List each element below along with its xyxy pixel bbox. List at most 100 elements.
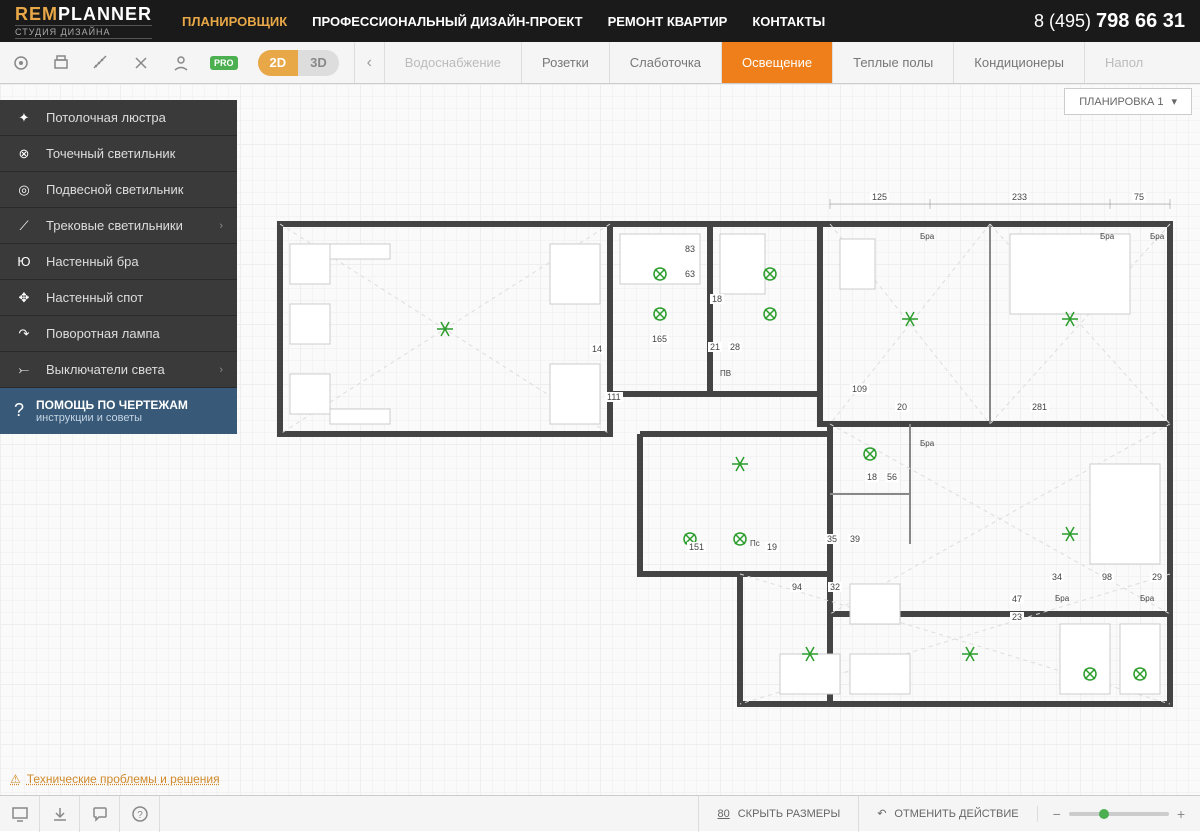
view-2d-button[interactable]: 2D: [258, 50, 299, 76]
zoom-slider[interactable]: [1069, 812, 1169, 816]
tab-sockets[interactable]: Розетки: [521, 42, 609, 83]
sidebar-item-pendant[interactable]: ◎ Подвесной светильник: [0, 172, 237, 208]
sidebar-item-chandelier[interactable]: ✦ Потолочная люстра: [0, 100, 237, 136]
sidebar-help[interactable]: ? ПОМОЩЬ ПО ЧЕРТЕЖАМ инструкции и советы: [0, 388, 237, 434]
bra-label: Бра: [1100, 232, 1114, 241]
chandelier-icon: ✦: [14, 110, 34, 126]
download-icon[interactable]: [40, 796, 80, 832]
dim-label: 94: [790, 582, 804, 592]
main-nav: ПЛАНИРОВЩИК ПРОФЕССИОНАЛЬНЫЙ ДИЗАЙН-ПРОЕ…: [182, 14, 1034, 29]
hide-sizes-button[interactable]: 80 СКРЫТЬ РАЗМЕРЫ: [698, 796, 858, 832]
wallspot-icon: ✥: [14, 290, 34, 306]
layout-selector[interactable]: ПЛАНИРОВКА 1 ▾: [1064, 88, 1192, 115]
bra-label: Бра: [1055, 594, 1069, 603]
settings-icon[interactable]: [10, 52, 32, 74]
tab-floor[interactable]: Напол: [1084, 42, 1163, 83]
floorplan[interactable]: 125 233 75 Бра Бра Бра Бра Бра Бра ПВ Пс…: [270, 144, 1180, 734]
nav-planner[interactable]: ПЛАНИРОВЩИК: [182, 14, 287, 29]
floorplan-svg: [270, 144, 1180, 734]
toolbar: PRO 2D 3D ‹ Водоснабжение Розетки Слабот…: [0, 42, 1200, 84]
dim-label: 14: [590, 344, 604, 354]
sidebar-item-label: Точечный светильник: [46, 146, 175, 161]
sidebar-item-label: Потолочная люстра: [46, 110, 166, 125]
pro-badge[interactable]: PRO: [210, 56, 238, 70]
tab-lighting[interactable]: Освещение: [721, 42, 832, 83]
sidebar: ✦Потолочная люстра ⊗Точечный светильник …: [0, 100, 237, 434]
zoom-out-button[interactable]: −: [1053, 806, 1061, 822]
tab-lowcurrent[interactable]: Слаботочка: [609, 42, 721, 83]
nav-renovation[interactable]: РЕМОНТ КВАРТИР: [608, 14, 728, 29]
ps-label: Пс: [750, 539, 760, 548]
sidebar-item-sconce[interactable]: ЮНастенный бра: [0, 244, 237, 280]
tab-water[interactable]: Водоснабжение: [384, 42, 521, 83]
undo-button[interactable]: ↶ ОТМЕНИТЬ ДЕЙСТВИЕ: [858, 796, 1036, 832]
dim-label: 18: [865, 472, 879, 482]
dim-label: 29: [1150, 572, 1164, 582]
plan-tabs: ‹ Водоснабжение Розетки Слаботочка Освещ…: [354, 42, 1200, 83]
dim-label: 23: [1010, 612, 1024, 622]
bra-label: Бра: [920, 232, 934, 241]
pendant-icon: ◎: [14, 182, 34, 198]
footer: ? 80 СКРЫТЬ РАЗМЕРЫ ↶ ОТМЕНИТЬ ДЕЙСТВИЕ …: [0, 795, 1200, 831]
tabs-prev-icon[interactable]: ‹: [354, 42, 384, 83]
dim-label: 75: [1132, 192, 1146, 202]
dim-label: 56: [885, 472, 899, 482]
dim-label: 35: [825, 534, 839, 544]
dim-label: 281: [1030, 402, 1049, 412]
view-3d-button[interactable]: 3D: [298, 50, 339, 76]
undo-label: ОТМЕНИТЬ ДЕЙСТВИЕ: [894, 808, 1018, 820]
dim-label: 19: [765, 542, 779, 552]
view-toggle: 2D 3D: [258, 50, 339, 76]
zoom-in-button[interactable]: +: [1177, 806, 1185, 822]
help-title: ПОМОЩЬ ПО ЧЕРТЕЖАМ: [36, 398, 188, 412]
dim-label: 233: [1010, 192, 1029, 202]
layout-selector-label: ПЛАНИРОВКА 1: [1079, 96, 1163, 108]
sidebar-item-label: Настенный спот: [46, 290, 143, 305]
dim-label: 125: [870, 192, 889, 202]
sizes-count: 80: [717, 808, 729, 820]
bra-label: Бра: [920, 439, 934, 448]
main-header: REMPLANNER СТУДИЯ ДИЗАЙНА ПЛАНИРОВЩИК ПР…: [0, 0, 1200, 42]
tab-floorheating[interactable]: Теплые полы: [832, 42, 953, 83]
question-icon: ?: [14, 400, 24, 421]
dim-label: 18: [710, 294, 724, 304]
tab-ac[interactable]: Кондиционеры: [953, 42, 1084, 83]
print-icon[interactable]: [50, 52, 72, 74]
sidebar-item-swivel[interactable]: ↷ Поворотная лампа: [0, 316, 237, 352]
dim-label: 32: [828, 582, 842, 592]
sidebar-item-track[interactable]: ⟋Трековые светильники›: [0, 208, 237, 244]
bra-label: Бра: [1140, 594, 1154, 603]
nav-contacts[interactable]: КОНТАКТЫ: [752, 14, 825, 29]
tech-issues-link[interactable]: ⚠ Технические проблемы и решения: [10, 772, 220, 786]
sidebar-item-label: Подвесной светильник: [46, 182, 183, 197]
logo[interactable]: REMPLANNER СТУДИЯ ДИЗАЙНА: [15, 4, 152, 39]
hide-sizes-label: СКРЫТЬ РАЗМЕРЫ: [738, 808, 840, 820]
sidebar-item-wallspot[interactable]: ✥ Настенный спот: [0, 280, 237, 316]
measure-icon[interactable]: [90, 52, 112, 74]
chevron-right-icon: ›: [219, 220, 223, 232]
swivel-icon: ↷: [14, 326, 34, 342]
dim-label: 28: [728, 342, 742, 352]
sconce-icon: Ю: [14, 254, 34, 269]
zoom-control: − +: [1037, 806, 1200, 822]
tools-icon[interactable]: [130, 52, 152, 74]
dim-label: 165: [650, 334, 669, 344]
help-icon[interactable]: ?: [120, 796, 160, 832]
phone-number: 8 (495) 798 66 31: [1034, 10, 1185, 33]
dim-label: 63: [683, 269, 697, 279]
dim-label: 109: [850, 384, 869, 394]
sidebar-item-switches[interactable]: ⤚Выключатели света›: [0, 352, 237, 388]
dim-label: 47: [1010, 594, 1024, 604]
screen-icon[interactable]: [0, 796, 40, 832]
chat-icon[interactable]: [80, 796, 120, 832]
warning-icon: ⚠: [10, 772, 21, 786]
sidebar-item-label: Поворотная лампа: [46, 326, 160, 341]
sidebar-item-label: Выключатели света: [46, 362, 165, 377]
nav-design[interactable]: ПРОФЕССИОНАЛЬНЫЙ ДИЗАЙН-ПРОЕКТ: [312, 14, 582, 29]
spotlight-icon: ⊗: [14, 146, 34, 162]
track-icon: ⟋: [14, 218, 34, 234]
undo-icon: ↶: [877, 807, 886, 820]
worker-icon[interactable]: [170, 52, 192, 74]
sidebar-item-spotlight[interactable]: ⊗ Точечный светильник: [0, 136, 237, 172]
dim-label: 98: [1100, 572, 1114, 582]
